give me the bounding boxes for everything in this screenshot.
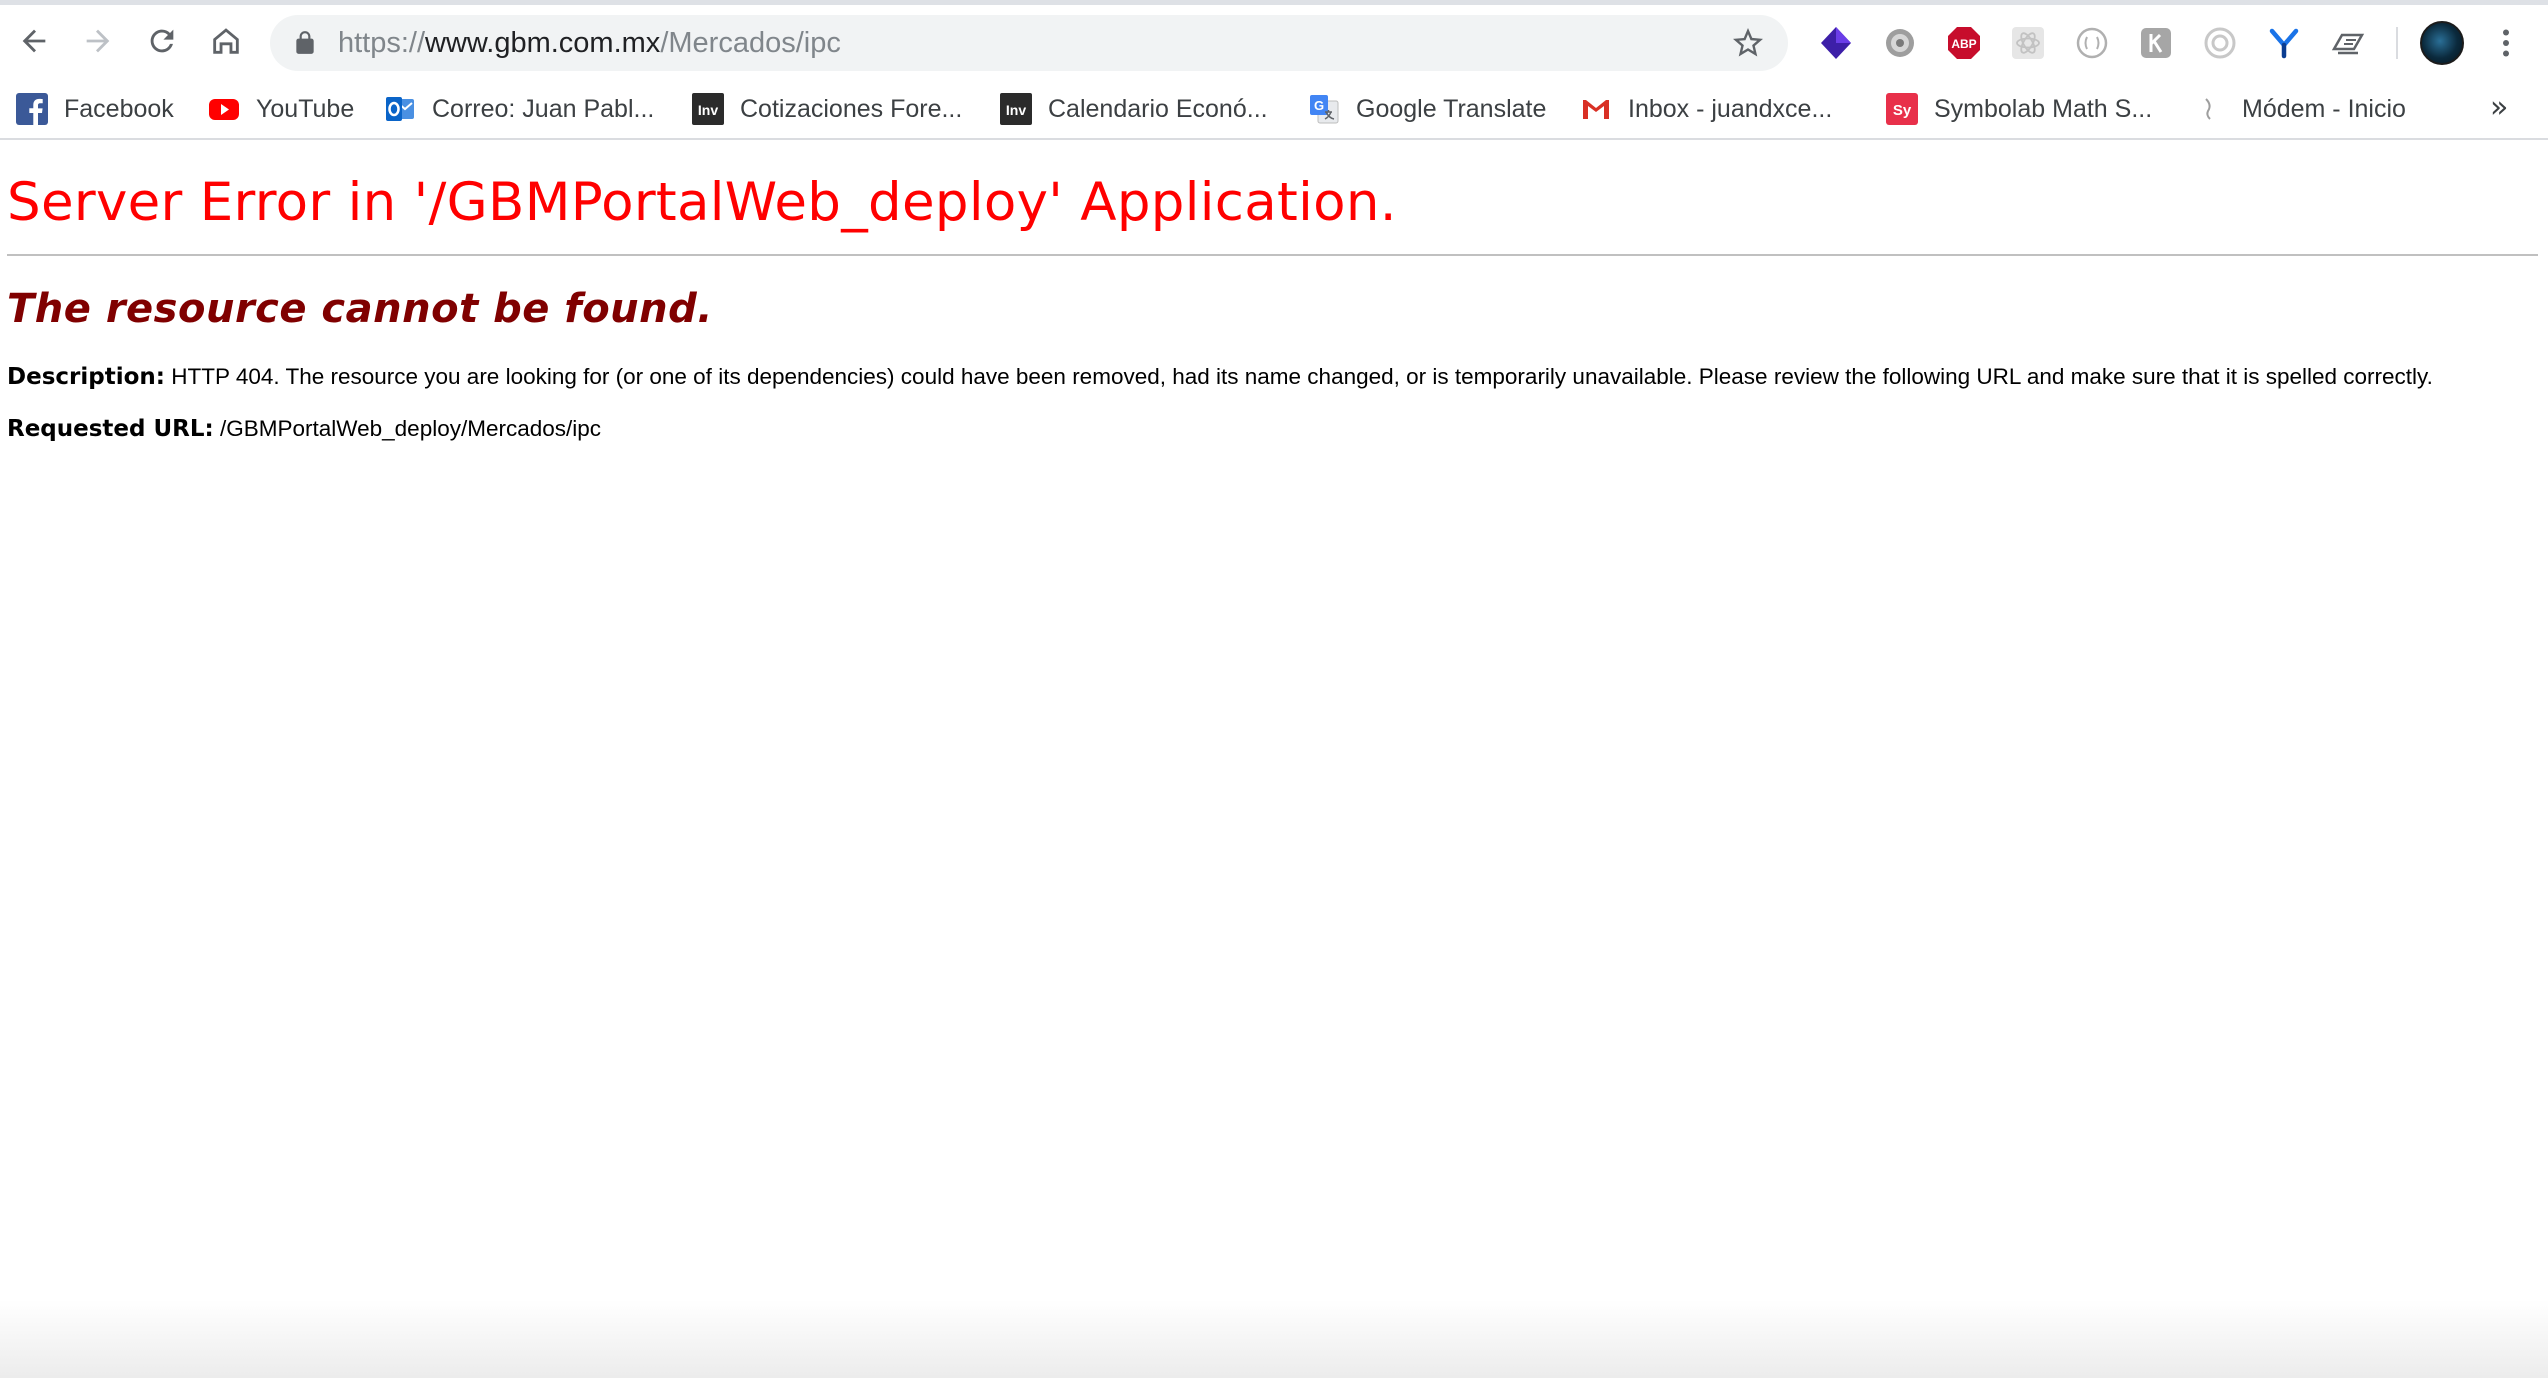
bookmark-facebook[interactable]: Facebook: [16, 78, 174, 140]
forward-button[interactable]: [74, 17, 122, 65]
bookmark-calendario[interactable]: Inv Calendario Econó...: [1000, 78, 1268, 140]
horizontal-rule: [7, 254, 2538, 256]
back-button[interactable]: [10, 17, 58, 65]
bookmarks-bar: Facebook YouTube Correo: Juan Pabl... In…: [0, 78, 2548, 140]
page-title: Server Error in '/GBMPortalWeb_deploy' A…: [7, 172, 1397, 233]
back-icon: [22, 29, 46, 53]
browser-toolbar: https://www.gbm.com.mx/Mercados/ipc ABP: [0, 5, 2548, 78]
bookmark-correo[interactable]: Correo: Juan Pabl...: [384, 78, 654, 140]
kebab-menu-icon[interactable]: [2488, 23, 2524, 63]
url-text[interactable]: https://www.gbm.com.mx/Mercados/ipc: [338, 15, 841, 71]
requested-url-value: /GBMPortalWeb_deploy/Mercados/ipc: [220, 416, 602, 441]
window-bottom-shadow: [0, 1300, 2548, 1378]
bookmark-label: Google Translate: [1356, 94, 1547, 123]
purple-cube-extension-icon[interactable]: [1818, 25, 1854, 61]
requested-url-label: Requested URL:: [7, 416, 214, 442]
bookmark-label: Módem - Inicio: [2242, 94, 2406, 123]
investing-icon: Inv: [1000, 93, 1032, 125]
url-host: www.gbm.com.mx: [425, 27, 661, 59]
bookmark-label: Inbox - juandxce...: [1628, 94, 1833, 123]
bookmark-label: Cotizaciones Fore...: [740, 94, 963, 123]
ext-y-icon[interactable]: [2266, 25, 2302, 61]
bookmark-label: YouTube: [256, 94, 355, 123]
requested-url-line: Requested URL: /GBMPortalWeb_deploy/Merc…: [7, 416, 601, 442]
google-translate-icon: G: [1308, 93, 1340, 125]
url-path: /Mercados/ipc: [660, 27, 841, 59]
description-text: HTTP 404. The resource you are looking f…: [171, 364, 2433, 389]
reload-icon: [150, 29, 174, 53]
gmail-icon: [1580, 93, 1612, 125]
page-content: Server Error in '/GBMPortalWeb_deploy' A…: [0, 142, 2548, 1378]
bookmark-symbolab[interactable]: Sy Symbolab Math S...: [1886, 78, 2152, 140]
url-scheme: https://: [338, 27, 426, 59]
bookmark-cotizaciones[interactable]: Inv Cotizaciones Fore...: [692, 78, 962, 140]
bookmark-label: Facebook: [64, 94, 174, 123]
bookmark-label: Symbolab Math S...: [1934, 94, 2153, 123]
investing-icon: Inv: [692, 93, 724, 125]
reload-button[interactable]: [138, 17, 186, 65]
modem-icon: [2194, 93, 2226, 125]
lock-icon[interactable]: [292, 30, 318, 56]
home-button[interactable]: [202, 17, 250, 65]
toolbar-divider: [2396, 27, 2398, 59]
facebook-icon: [16, 93, 48, 125]
investing-icon-text: Inv: [698, 102, 718, 118]
error-subtitle: The resource cannot be found.: [7, 286, 713, 332]
investing-icon-text: Inv: [1006, 102, 1026, 118]
ext-book-icon[interactable]: [2330, 25, 2366, 61]
react-extension-icon[interactable]: [2010, 25, 2046, 61]
bookmarks-overflow-button[interactable]: »: [2490, 90, 2508, 125]
forward-icon: [86, 29, 110, 53]
youtube-icon: [208, 93, 240, 125]
bookmark-modem[interactable]: Módem - Inicio: [2194, 78, 2406, 140]
star-icon[interactable]: [1730, 25, 1766, 61]
svg-text:G: G: [1314, 98, 1324, 113]
description-label: Description:: [7, 364, 165, 390]
ext-k-icon[interactable]: [2138, 25, 2174, 61]
address-bar[interactable]: https://www.gbm.com.mx/Mercados/ipc: [270, 15, 1788, 71]
description-line: Description: HTTP 404. The resource you …: [7, 364, 2433, 390]
gear-extension-icon[interactable]: [1882, 25, 1918, 61]
adblock-text: ABP: [1951, 37, 1976, 51]
symbolab-icon-text: Sy: [1893, 102, 1912, 119]
bookmark-google-translate[interactable]: G Google Translate: [1308, 78, 1546, 140]
outlook-icon: [384, 93, 416, 125]
bookmark-inbox[interactable]: Inbox - juandxce...: [1580, 78, 1832, 140]
bookmark-label: Calendario Econó...: [1048, 94, 1268, 123]
bookmark-label: Correo: Juan Pabl...: [432, 94, 655, 123]
adblock-plus-icon[interactable]: ABP: [1946, 25, 1982, 61]
home-icon: [213, 28, 239, 54]
symbolab-icon: Sy: [1886, 93, 1918, 125]
ext-target-icon[interactable]: [2202, 25, 2238, 61]
bookmark-youtube[interactable]: YouTube: [208, 78, 354, 140]
ext-circle-icon[interactable]: [2074, 25, 2110, 61]
profile-avatar[interactable]: [2420, 21, 2464, 65]
